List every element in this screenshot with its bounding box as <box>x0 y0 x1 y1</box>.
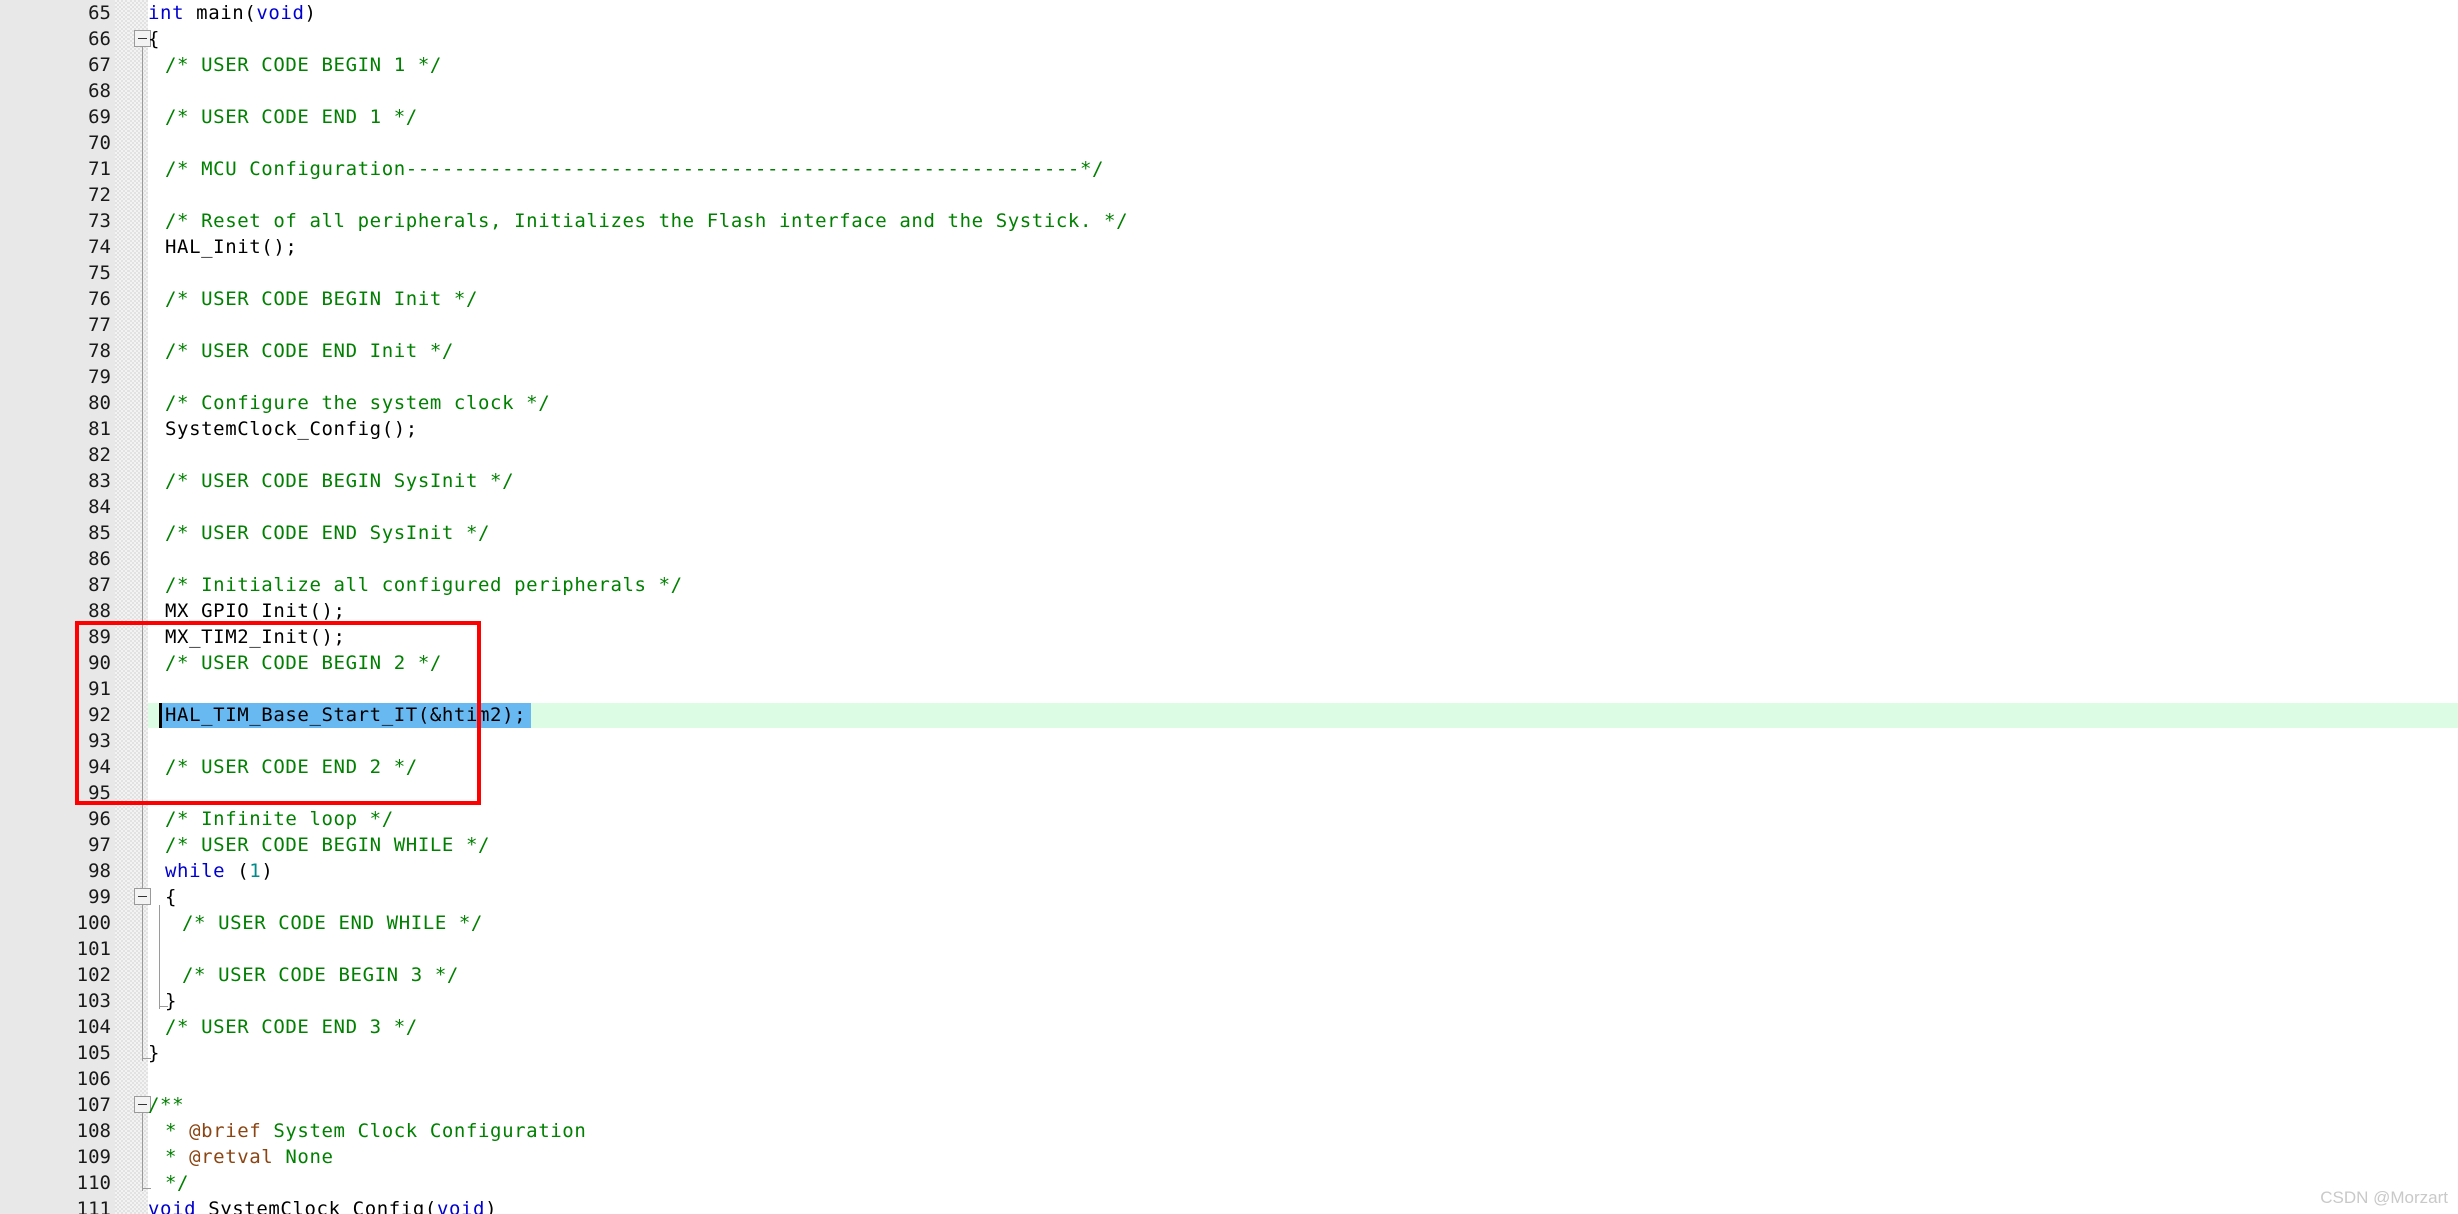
code-token-plain: HAL_TIM_Base_Start_IT(&htim2); <box>165 704 527 726</box>
code-token-com: /* USER CODE BEGIN SysInit */ <box>165 470 515 492</box>
code-line[interactable]: /* Infinite loop */ <box>165 806 394 832</box>
code-line[interactable]: /* USER CODE BEGIN 2 */ <box>165 650 442 676</box>
code-token-kw: int <box>148 2 185 24</box>
code-line[interactable]: /* USER CODE END SysInit */ <box>165 520 490 546</box>
code-text-area[interactable]: int main(void){/* USER CODE BEGIN 1 *//*… <box>0 0 2458 1214</box>
code-token-plain: MX_GPIO_Init(); <box>165 600 346 622</box>
code-line[interactable]: { <box>148 26 160 52</box>
code-line[interactable]: /* Reset of all peripherals, Initializes… <box>165 208 1128 234</box>
code-line[interactable]: /* USER CODE BEGIN 3 */ <box>182 962 459 988</box>
code-line[interactable]: /* USER CODE END 2 */ <box>165 754 418 780</box>
code-token-plain: ) <box>304 2 317 24</box>
code-token-com: /* USER CODE END SysInit */ <box>165 522 491 544</box>
code-token-doc: * <box>165 1120 190 1142</box>
code-token-kw: while <box>165 860 226 882</box>
code-line[interactable]: /* USER CODE BEGIN 1 */ <box>165 52 442 78</box>
code-token-doc: System Clock Configuration <box>261 1120 587 1142</box>
code-line[interactable]: /* USER CODE BEGIN WHILE */ <box>165 832 490 858</box>
code-line[interactable]: { <box>165 884 177 910</box>
code-token-plain: { <box>148 28 161 50</box>
code-line[interactable]: void SystemClock_Config(void) <box>148 1196 497 1214</box>
code-token-com: /* Configure the system clock */ <box>165 392 551 414</box>
code-line[interactable]: /* USER CODE END 1 */ <box>165 104 418 130</box>
code-token-doctag: @retval <box>189 1146 274 1168</box>
code-line[interactable]: HAL_Init(); <box>165 234 297 260</box>
code-line[interactable]: /* USER CODE END Init */ <box>165 338 454 364</box>
text-caret <box>159 703 162 728</box>
code-token-doctag: @brief <box>189 1120 262 1142</box>
code-line[interactable]: MX_GPIO_Init(); <box>165 598 346 624</box>
code-line[interactable]: /* USER CODE BEGIN Init */ <box>165 286 478 312</box>
code-token-plain: { <box>165 886 178 908</box>
code-line[interactable]: * @brief System Clock Configuration <box>165 1118 586 1144</box>
code-token-plain: ) <box>261 860 274 882</box>
code-token-com: /* USER CODE BEGIN 2 */ <box>165 652 442 674</box>
code-token-plain: SystemClock_Config( <box>196 1198 437 1214</box>
code-line[interactable]: HAL_TIM_Base_Start_IT(&htim2); <box>165 702 526 728</box>
code-token-com: /* USER CODE END 3 */ <box>165 1016 418 1038</box>
code-token-com: /* USER CODE END WHILE */ <box>182 912 483 934</box>
code-token-com: /* USER CODE END 2 */ <box>165 756 418 778</box>
code-token-com: /* Reset of all peripherals, Initializes… <box>165 210 1129 232</box>
code-line[interactable]: MX_TIM2_Init(); <box>165 624 346 650</box>
code-token-kw: void <box>256 2 305 24</box>
code-token-com: /* USER CODE BEGIN 1 */ <box>165 54 442 76</box>
code-token-plain: main( <box>184 2 257 24</box>
code-token-com: /* USER CODE BEGIN 3 */ <box>182 964 459 986</box>
code-line[interactable]: /* Configure the system clock */ <box>165 390 550 416</box>
code-line[interactable]: /* USER CODE END WHILE */ <box>182 910 483 936</box>
code-token-plain: MX_TIM2_Init(); <box>165 626 346 648</box>
code-token-plain: ) <box>485 1198 498 1214</box>
code-editor[interactable]: 65 66 67 68 69 70 71 72 73 74 75 76 77 78 79 80 81 82 83 84… <box>0 0 2458 1214</box>
code-token-plain: } <box>148 1042 161 1064</box>
code-line[interactable]: } <box>148 1040 160 1066</box>
code-token-com: /* MCU Configuration--------------------… <box>165 158 1105 180</box>
code-line[interactable]: /* MCU Configuration--------------------… <box>165 156 1104 182</box>
code-token-kw: void <box>148 1198 197 1214</box>
code-line[interactable]: /** <box>148 1092 184 1118</box>
code-line[interactable]: while (1) <box>165 858 273 884</box>
code-token-com: /* USER CODE BEGIN WHILE */ <box>165 834 491 856</box>
code-token-doc: /** <box>148 1094 185 1116</box>
code-token-plain: } <box>165 990 178 1012</box>
code-token-doc: */ <box>165 1172 190 1194</box>
code-line[interactable]: } <box>165 988 177 1014</box>
code-token-doc: None <box>273 1146 334 1168</box>
code-line[interactable]: SystemClock_Config(); <box>165 416 418 442</box>
code-token-com: /* USER CODE END Init */ <box>165 340 454 362</box>
code-token-com: /* Initialize all configured peripherals… <box>165 574 683 596</box>
code-token-plain: ( <box>225 860 250 882</box>
code-token-com: /* USER CODE END 1 */ <box>165 106 418 128</box>
code-token-plain: HAL_Init(); <box>165 236 298 258</box>
code-token-kw: void <box>436 1198 486 1214</box>
csdn-watermark: CSDN @Morzart <box>2320 1188 2448 1207</box>
code-token-com: /* USER CODE BEGIN Init */ <box>165 288 479 310</box>
code-line[interactable]: */ <box>165 1170 189 1196</box>
code-line[interactable]: * @retval None <box>165 1144 334 1170</box>
code-line[interactable]: /* USER CODE BEGIN SysInit */ <box>165 468 514 494</box>
code-line[interactable]: /* Initialize all configured peripherals… <box>165 572 683 598</box>
code-token-plain: SystemClock_Config(); <box>165 418 418 440</box>
code-token-doc: * <box>165 1146 190 1168</box>
code-line[interactable]: /* USER CODE END 3 */ <box>165 1014 418 1040</box>
code-token-com: /* Infinite loop */ <box>165 808 394 830</box>
code-token-num: 1 <box>249 860 262 882</box>
code-line[interactable]: int main(void) <box>148 0 317 26</box>
